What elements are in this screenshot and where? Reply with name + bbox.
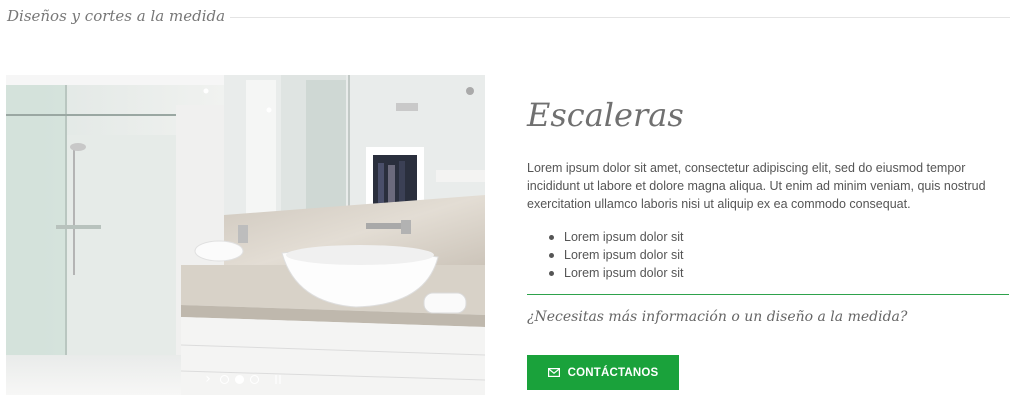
chevron-right-icon[interactable]: ›: [202, 371, 214, 387]
list-item: Lorem ipsum dolor sit: [549, 264, 1009, 282]
pause-icon[interactable]: [275, 374, 281, 384]
slider-dot-2[interactable]: [235, 374, 244, 384]
green-divider: [527, 294, 1009, 295]
section-divider: [230, 17, 1010, 18]
section-title: Diseños y cortes a la medida: [7, 7, 226, 25]
list-item: Lorem ipsum dolor sit: [549, 228, 1009, 246]
info-question: ¿Necesitas más información o un diseño a…: [527, 309, 908, 325]
feature-list: Lorem ipsum dolor sit Lorem ipsum dolor …: [527, 228, 1009, 282]
contact-button-label: CONTÁCTANOS: [567, 366, 659, 379]
slider-dot-3[interactable]: [250, 374, 259, 384]
envelope-icon: [547, 368, 560, 377]
slider-indicator-dot: [466, 87, 474, 95]
product-description: Lorem ipsum dolor sit amet, consectetur …: [527, 161, 986, 211]
product-title: Escaleras: [527, 96, 684, 134]
list-item: Lorem ipsum dolor sit: [549, 246, 1009, 264]
slider-dot-1[interactable]: [220, 374, 229, 384]
section-header: Diseños y cortes a la medida: [0, 0, 1010, 36]
bathroom-vanity-photo: [6, 75, 485, 395]
slider-controls: ›: [202, 371, 281, 387]
product-content: Escaleras Lorem ipsum dolor sit amet, co…: [527, 95, 1009, 390]
image-slider[interactable]: ›: [6, 75, 485, 395]
contact-button[interactable]: CONTÁCTANOS: [527, 355, 679, 390]
